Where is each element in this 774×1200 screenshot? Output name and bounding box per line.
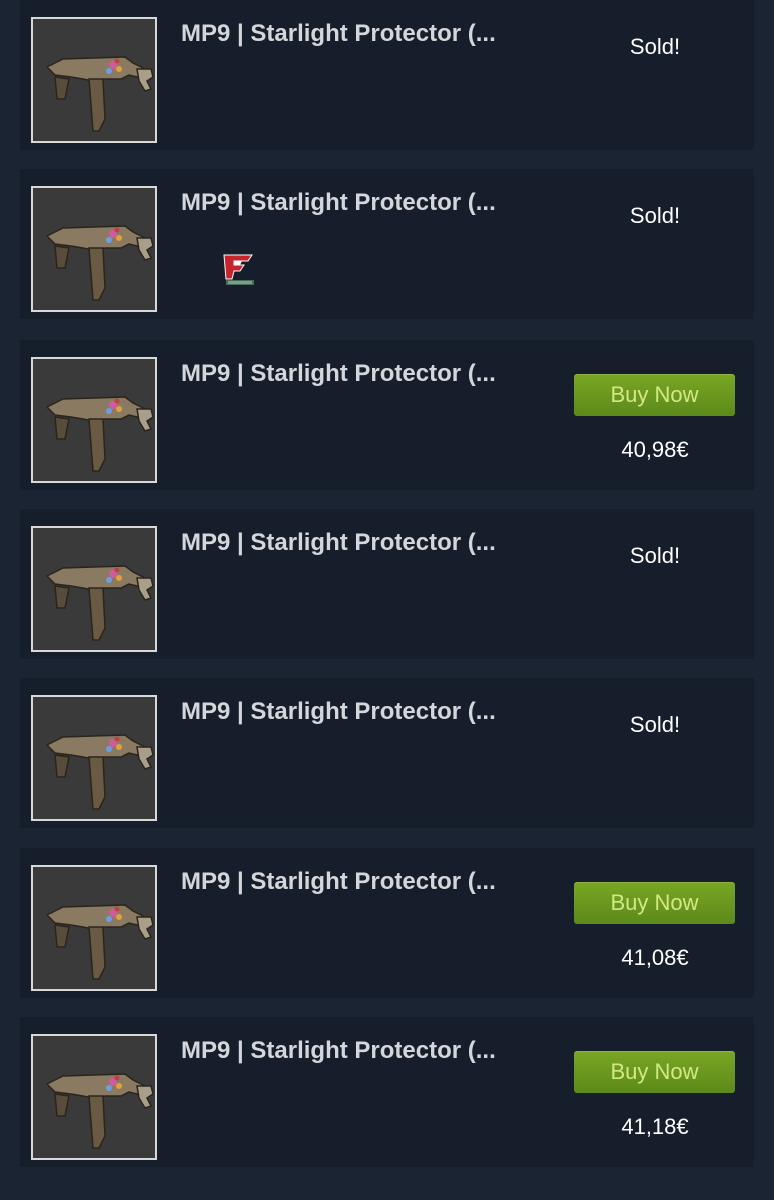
item-name[interactable]: MP9 | Starlight Protector (... xyxy=(181,359,561,389)
mp9-starlight-protector-icon[interactable] xyxy=(31,357,157,483)
buy-now-button[interactable]: Buy Now xyxy=(574,882,735,924)
item-name[interactable]: MP9 | Starlight Protector (... xyxy=(181,188,561,218)
mp9-starlight-protector-icon[interactable] xyxy=(31,695,157,821)
sold-status: Sold! xyxy=(629,203,681,228)
mp9-starlight-protector-icon[interactable] xyxy=(31,865,157,991)
listing-row[interactable]: MP9 | Starlight Protector (... Sold! xyxy=(20,169,754,319)
listing-row[interactable]: MP9 | Starlight Protector (... Buy Now 4… xyxy=(20,1017,754,1167)
sold-status: Sold! xyxy=(629,712,681,737)
mp9-starlight-protector-icon[interactable] xyxy=(31,186,157,312)
item-name[interactable]: MP9 | Starlight Protector (... xyxy=(181,1036,561,1066)
sold-status: Sold! xyxy=(629,34,681,59)
market-listings: MP9 | Starlight Protector (... Sold! MP9… xyxy=(0,0,774,1200)
item-name[interactable]: MP9 | Starlight Protector (... xyxy=(181,697,561,727)
sold-status: Sold! xyxy=(629,543,681,568)
mp9-starlight-protector-icon[interactable] xyxy=(31,526,157,652)
listing-row[interactable]: MP9 | Starlight Protector (... Buy Now 4… xyxy=(20,340,754,490)
item-name[interactable]: MP9 | Starlight Protector (... xyxy=(181,19,561,49)
buy-now-button[interactable]: Buy Now xyxy=(574,374,735,416)
listing-row[interactable]: MP9 | Starlight Protector (... Buy Now 4… xyxy=(20,848,754,998)
listing-row[interactable]: MP9 | Starlight Protector (... Sold! xyxy=(20,0,754,150)
listing-row[interactable]: MP9 | Starlight Protector (... Sold! xyxy=(20,509,754,659)
mp9-starlight-protector-icon[interactable] xyxy=(31,1034,157,1160)
listing-price: 41,08€ xyxy=(621,945,689,970)
listing-row[interactable]: MP9 | Starlight Protector (... Sold! xyxy=(20,678,754,828)
item-name[interactable]: MP9 | Starlight Protector (... xyxy=(181,528,561,558)
faze-clan-sticker-icon xyxy=(218,249,258,289)
listing-price: 40,98€ xyxy=(621,437,689,462)
mp9-starlight-protector-icon[interactable] xyxy=(31,17,157,143)
buy-now-button[interactable]: Buy Now xyxy=(574,1051,735,1093)
item-name[interactable]: MP9 | Starlight Protector (... xyxy=(181,867,561,897)
listing-price: 41,18€ xyxy=(621,1114,689,1139)
